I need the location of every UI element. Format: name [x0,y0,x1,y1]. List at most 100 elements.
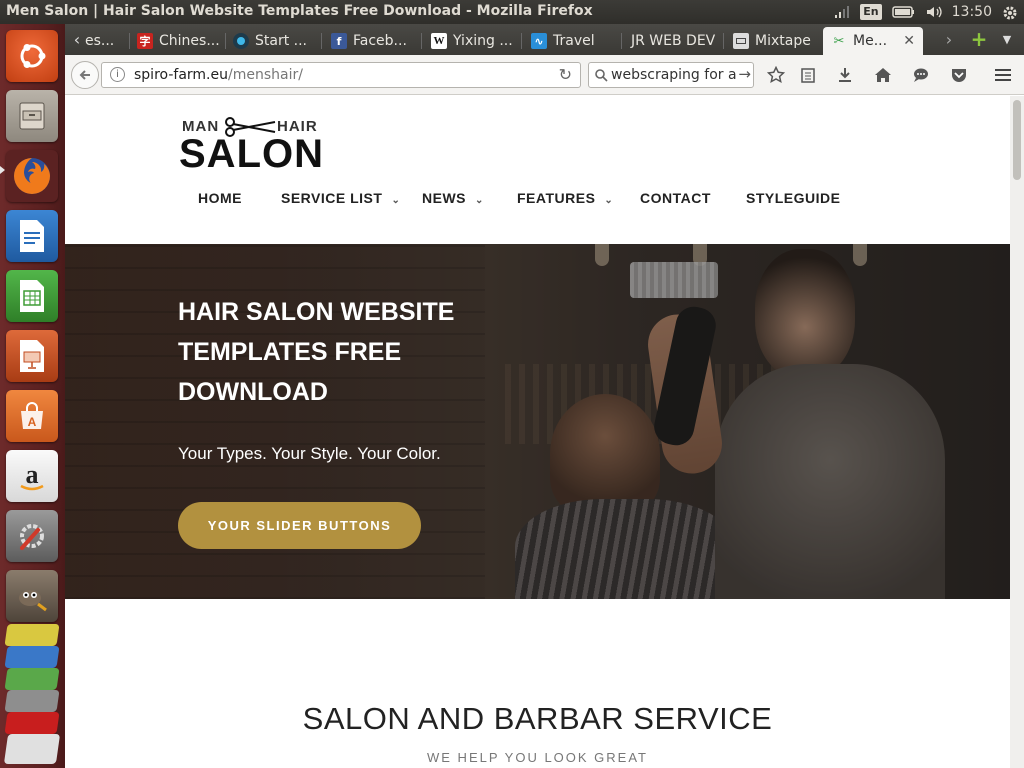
network-icon[interactable] [834,5,850,19]
search-icon [595,69,608,82]
amazon-launcher[interactable]: a [6,450,58,502]
window-title: Men Salon | Hair Salon Website Templates… [6,3,593,19]
menu-styleguide[interactable]: STYLEGUIDE [746,190,840,206]
url-text: spiro-farm.eu/menshair/ [134,67,303,83]
keyboard-layout-indicator[interactable]: En [860,4,882,20]
files-launcher[interactable] [6,90,58,142]
pocket-button[interactable] [947,63,971,87]
slider-cta-button[interactable]: YOUR SLIDER BUTTONS [178,502,421,549]
svg-text:A: A [28,415,37,429]
tab-7-label: JR WEB DEV [631,33,716,49]
running-indicator [0,166,5,174]
tab-active-label: Me... [853,33,888,49]
main-menu-button[interactable] [991,63,1015,87]
search-go-icon[interactable]: → [736,65,751,83]
system-tray: En 13:50 [834,0,1024,24]
scrollbar-thumb[interactable] [1013,100,1021,180]
section-subtitle: WE HELP YOU LOOK GREAT [427,750,648,765]
system-settings-launcher[interactable] [6,510,58,562]
tab-8[interactable]: Mixtape [725,27,821,55]
writer-doc-icon [20,220,44,252]
tab-bar: ‹ es... 字 Chines... Start ... f Faceb...… [65,24,1024,55]
launcher-overflow-stack[interactable] [3,624,61,768]
menu-service-list[interactable]: SERVICE LIST ⌄ [281,190,400,206]
tab-2[interactable]: 字 Chines... [129,27,225,55]
chevron-down-icon: ⌄ [391,195,401,206]
search-query: webscraping for ar [611,67,743,83]
clipboard-list-icon [801,68,815,83]
tab-list-button[interactable]: ▼ [995,27,1019,51]
tab-8-label: Mixtape [755,33,811,49]
tab-3-label: Start ... [255,33,308,49]
ubuntu-logo-icon [20,44,46,68]
writer-launcher[interactable] [6,210,58,262]
logo-salon: SALON [179,132,324,176]
url-bar[interactable]: i spiro-farm.eu/menshair/ ↻ [101,62,581,88]
close-tab-icon[interactable]: ✕ [903,33,915,49]
star-icon [767,66,785,84]
home-icon [875,68,891,82]
clock[interactable]: 13:50 [952,4,992,20]
info-icon[interactable]: i [110,67,125,82]
tab-5[interactable]: W Yixing ... [423,27,519,55]
tab-3[interactable]: Start ... [225,27,321,55]
home-button[interactable] [871,63,895,87]
settings-wrench-icon [20,524,44,550]
url-domain: spiro-farm.eu [134,67,228,83]
page-scrollbar[interactable] [1010,96,1024,768]
chat-button[interactable] [909,63,933,87]
menu-styleguide-label: STYLEGUIDE [746,190,841,206]
ubuntu-dash-button[interactable] [6,30,58,82]
impress-launcher[interactable] [6,330,58,382]
menu-news[interactable]: NEWS ⌄ [422,190,484,206]
mixtape-icon [733,33,749,49]
section-title: SALON AND BARBAR SERVICE [302,701,773,736]
menu-contact[interactable]: CONTACT [640,190,711,206]
tabs-scroll-right-button[interactable]: › [937,27,961,51]
main-menu: HOME SERVICE LIST ⌄ NEWS ⌄ FEATURES ⌄ CONTA… [65,190,1010,210]
back-button[interactable] [71,61,99,89]
svg-text:a: a [26,460,39,489]
menu-news-label: NEWS [422,190,466,206]
gimp-launcher[interactable] [6,570,58,622]
calc-launcher[interactable] [6,270,58,322]
shopping-bag-icon: A [21,402,43,429]
amazon-icon: a [20,460,44,491]
menu-service-list-label: SERVICE LIST [281,190,383,206]
file-cabinet-icon [19,102,45,130]
hamburger-menu-icon [995,69,1011,81]
page-viewport: MAN HAIR SALON HOME SERVICE LIST ⌄ NEWS ⌄ … [65,96,1010,768]
system-gear-icon[interactable] [1002,5,1018,20]
tab-active[interactable]: ✂ Me... ✕ [823,27,923,55]
reload-icon[interactable]: ↻ [559,65,572,84]
tab-6[interactable]: ∿ Travel [523,27,619,55]
bookmark-star-button[interactable] [764,63,788,87]
navigation-toolbar: i spiro-farm.eu/menshair/ ↻ webscraping … [65,55,1024,95]
hero-tagline: Your Types. Your Style. Your Color. [178,444,441,463]
wikipedia-icon: W [431,33,447,49]
volume-icon[interactable] [926,5,942,19]
bookmarks-menu-button[interactable] [796,63,820,87]
facebook-icon: f [331,33,347,49]
site-logo[interactable]: MAN HAIR SALON [179,116,324,176]
tab-7[interactable]: JR WEB DEV [623,27,723,55]
software-center-launcher[interactable]: A [6,390,58,442]
launcher: A a [0,24,65,768]
tab-4-label: Faceb... [353,33,407,49]
menu-features[interactable]: FEATURES ⌄ [517,190,613,206]
tab-6-label: Travel [553,33,595,49]
scissors-icon: ✂ [833,33,845,49]
chat-bubble-icon [914,68,928,82]
tab-5-label: Yixing ... [453,33,513,49]
tab-1[interactable]: es... [77,27,127,55]
new-tab-button[interactable]: + [967,27,991,51]
menu-home[interactable]: HOME [198,190,242,206]
firefox-icon [14,158,50,194]
top-panel: Men Salon | Hair Salon Website Templates… [0,0,1024,24]
tab-4[interactable]: f Faceb... [323,27,419,55]
gimp-icon [19,590,47,612]
search-bar[interactable]: webscraping for ar → [588,62,754,88]
downloads-button[interactable] [833,63,857,87]
firefox-launcher[interactable] [6,150,58,202]
battery-icon[interactable] [891,5,916,19]
